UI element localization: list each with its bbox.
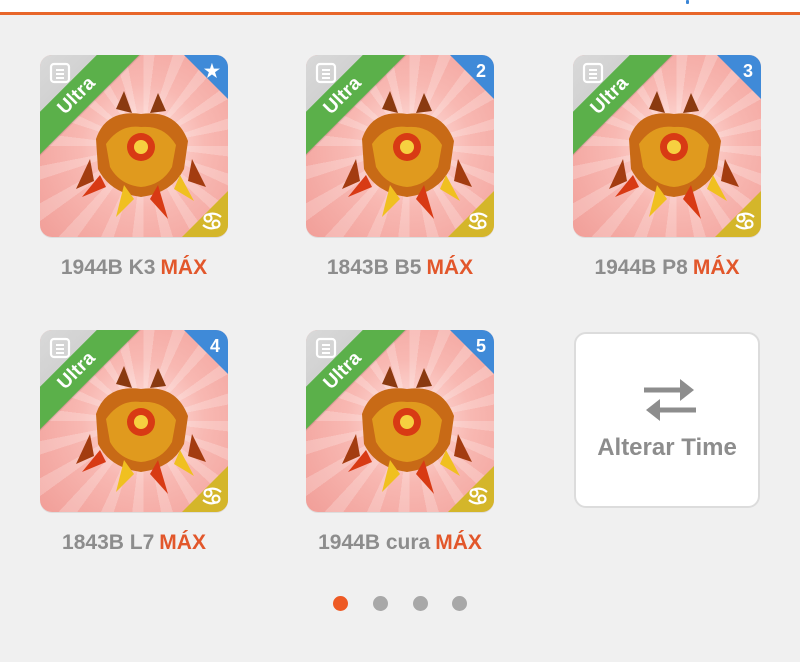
document-icon: [49, 62, 71, 84]
star-icon: ★: [203, 61, 220, 81]
monster-name: 1944B P8: [594, 256, 688, 279]
monster-caption: 1843B L7 MÁX: [40, 531, 228, 555]
monster-card[interactable]: Ultra 4: [40, 330, 228, 512]
team-slot-1[interactable]: Ultra ★ 1944B K3 MÁX: [40, 55, 228, 280]
switch-team-label: Alterar Time: [597, 434, 737, 461]
monster-image: [76, 91, 206, 219]
swap-arrows-icon: [644, 379, 696, 421]
max-level-label: MÁX: [692, 256, 740, 279]
document-icon: [315, 337, 337, 359]
monster-image: [342, 366, 472, 494]
monster-card[interactable]: Ultra 5: [306, 330, 494, 512]
monster-image: [76, 366, 206, 494]
switch-team-button[interactable]: Alterar Time: [574, 332, 760, 508]
monster-name: 1843B L7: [62, 531, 155, 554]
document-icon: [49, 337, 71, 359]
team-slot-4[interactable]: Ultra 4 1843B L7 MÁX: [40, 330, 228, 555]
rank-number: 5: [475, 336, 486, 356]
monster-caption: 1843B B5 MÁX: [306, 256, 494, 280]
page-dot-3[interactable]: [413, 596, 428, 611]
rank-number: 3: [742, 61, 753, 81]
document-icon: [315, 62, 337, 84]
monster-card[interactable]: Ultra 3: [573, 55, 761, 237]
monster-caption: 1944B P8 MÁX: [573, 256, 761, 280]
monster-card[interactable]: Ultra 2: [306, 55, 494, 237]
rank-number: 4: [209, 336, 220, 356]
page-dot-2[interactable]: [373, 596, 388, 611]
monster-name: 1944B K3: [60, 256, 156, 279]
monster-caption: 1944B cura MÁX: [306, 531, 494, 555]
monster-name: 1843B B5: [326, 256, 422, 279]
page-dot-4[interactable]: [452, 596, 467, 611]
document-icon: [582, 62, 604, 84]
monster-name: 1944B cura: [318, 531, 431, 554]
monster-card[interactable]: Ultra ★: [40, 55, 228, 237]
max-level-label: MÁX: [159, 531, 206, 554]
max-level-label: MÁX: [435, 531, 482, 554]
monster-image: [609, 91, 739, 219]
team-grid: Ultra ★ 1944B K3 MÁX Ultra 2 1843B B5 MÁ…: [0, 0, 800, 662]
monster-caption: 1944B K3 MÁX: [40, 256, 228, 280]
team-slot-2[interactable]: Ultra 2 1843B B5 MÁX: [306, 55, 494, 280]
pagination-dots: [330, 596, 480, 616]
max-level-label: MÁX: [426, 256, 474, 279]
rank-number: 2: [475, 61, 486, 81]
team-slot-3[interactable]: Ultra 3 1944B P8 MÁX: [573, 55, 761, 280]
team-slot-5[interactable]: Ultra 5 1944B cura MÁX: [306, 330, 494, 555]
page-dot-1[interactable]: [333, 596, 348, 611]
monster-image: [342, 91, 472, 219]
max-level-label: MÁX: [160, 256, 208, 279]
